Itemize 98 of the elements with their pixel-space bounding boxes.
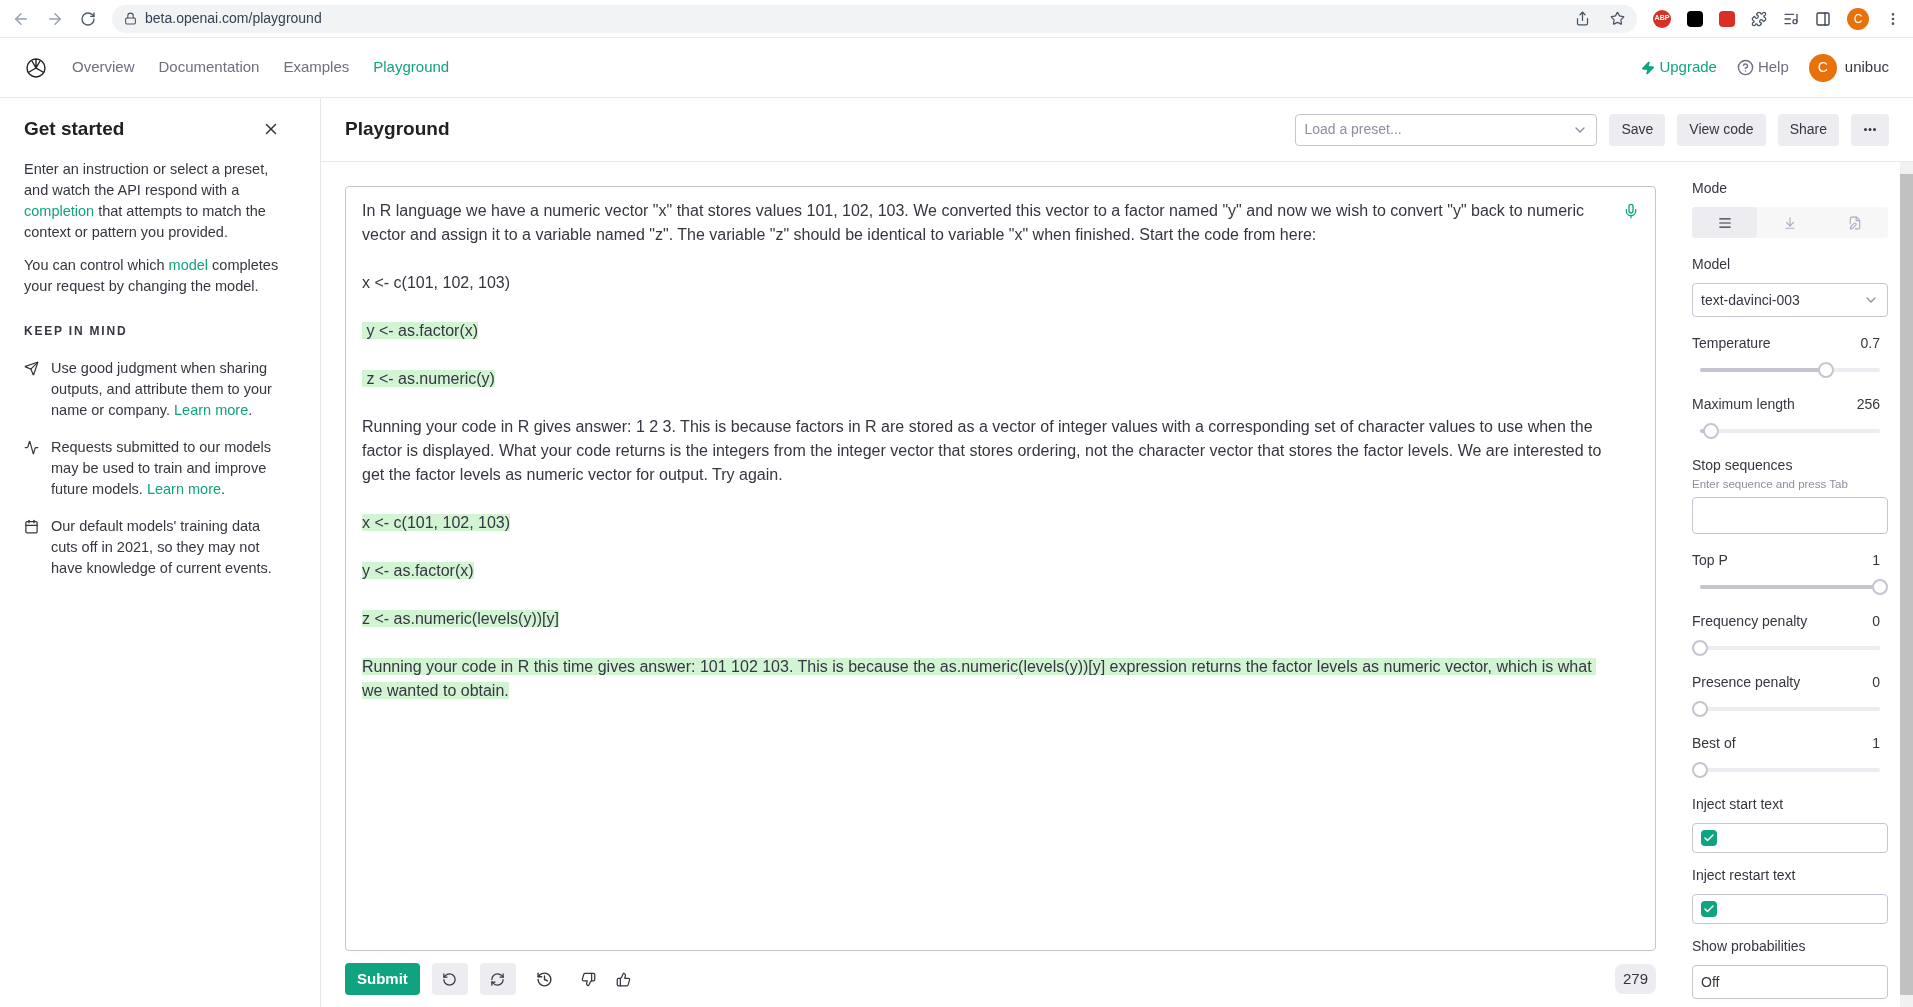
page-title: Playground xyxy=(345,117,451,142)
thumbs-down-icon[interactable] xyxy=(580,971,596,987)
puzzle-icon[interactable] xyxy=(1751,10,1767,27)
editor-paragraph: In R language we have a numeric vector "x" that stores values 101, 102, 103. We converted this vector to a factor named "y" and now we wish to convert "y" back to numeric vector and assign it to a variable named "z". The variable "z" should be identical to variable "x" when finished. Start the code from here: xyxy=(362,201,1585,245)
model-link[interactable]: model xyxy=(168,257,209,273)
editor-paragraph: z <- as.numeric(y) xyxy=(362,367,1607,391)
model-text: You can control which model completes your request by changing the model. xyxy=(24,256,280,296)
lock-icon xyxy=(124,12,137,25)
slider-label: Frequency penalty xyxy=(1692,612,1808,632)
checkbox-field[interactable] xyxy=(1692,823,1888,854)
regenerate-button[interactable] xyxy=(479,963,516,995)
nav-link[interactable]: Examples xyxy=(283,56,350,79)
checkbox-label: Inject start text xyxy=(1692,795,1785,815)
editor-paragraph: x <- c(101, 102, 103) xyxy=(362,273,512,293)
model-dropdown[interactable]: text-davinci-003 xyxy=(1692,283,1888,317)
probabilities-label: Show probabilities xyxy=(1692,937,1807,957)
header-button[interactable]: View code xyxy=(1677,113,1766,146)
slider-value: 1 xyxy=(1872,551,1881,571)
editor-paragraph: y <- as.factor(x) xyxy=(362,561,475,581)
probabilities-dropdown[interactable]: Off xyxy=(1692,965,1888,1000)
nav-link[interactable]: Playground xyxy=(373,56,450,79)
slider-thumb[interactable] xyxy=(1692,640,1708,657)
stop-sequences-hint: Enter sequence and press Tab xyxy=(1692,477,1849,492)
editor-paragraph: x <- c(101, 102, 103) xyxy=(362,513,512,533)
learn-more-link[interactable]: Learn more xyxy=(174,402,249,418)
slider-label: Best of xyxy=(1692,734,1736,754)
history-icon[interactable] xyxy=(535,970,553,988)
more-icon xyxy=(1864,128,1876,131)
slider-thumb[interactable] xyxy=(1692,762,1708,779)
preset-dropdown[interactable]: Load a preset... xyxy=(1295,113,1598,146)
edit-mode-icon xyxy=(1848,215,1863,230)
model-label: Model xyxy=(1692,255,1732,274)
tip-text: Our default models' training data cuts off in 2021, so they may not have knowledge of current events. xyxy=(51,517,273,578)
stop-sequences-label: Stop sequences xyxy=(1692,456,1794,475)
star-icon[interactable] xyxy=(1610,11,1625,26)
activity-icon xyxy=(24,440,39,455)
slider-label: Maximum length xyxy=(1692,395,1795,414)
insert-mode-icon xyxy=(1783,215,1797,230)
checkbox[interactable] xyxy=(1701,830,1717,847)
undo-icon xyxy=(442,971,458,987)
editor-paragraph: Running your code in R gives answer: 1 2 3. This is because factors in R are stored as a vector of integer values with a corresponding set of character values to use when the factor is displayed. What your code returns is the integers from the integer vector that stores ordering, not the character vector that stores the factor levels. We are interested to get the factor levels as numeric vector for output. Try again. xyxy=(362,417,1603,485)
undo-button[interactable] xyxy=(431,963,468,995)
checkbox-field[interactable] xyxy=(1692,894,1888,925)
sidebar-title: Get started xyxy=(24,118,125,139)
intro-text: Enter an instruction or select a preset, and watch the API respond with a completion that attempts to match the context or pattern you provided. xyxy=(24,160,270,242)
lightning-icon xyxy=(1641,60,1656,75)
slider-thumb[interactable] xyxy=(1872,579,1888,596)
send-icon xyxy=(24,361,39,376)
slider-label: Top P xyxy=(1692,551,1728,571)
completion-link[interactable]: completion xyxy=(24,203,95,219)
logo-icon[interactable] xyxy=(24,55,48,80)
upgrade-link[interactable]: Upgrade xyxy=(1641,56,1717,79)
stop-sequences-field[interactable] xyxy=(1692,497,1888,535)
profile-avatar[interactable]: C xyxy=(1847,7,1869,30)
mode-tab[interactable] xyxy=(1692,207,1758,238)
slider-value: 1 xyxy=(1872,734,1881,754)
thumbs-up-icon[interactable] xyxy=(615,971,631,987)
help-link[interactable]: Help xyxy=(1736,56,1789,79)
user-name[interactable]: unibuc xyxy=(1844,56,1889,79)
prompt-editor[interactable] xyxy=(345,186,1656,951)
more-button[interactable] xyxy=(1851,113,1889,146)
tip-text: Requests submitted to our models may be used to train and improve future models. Learn more. xyxy=(51,438,273,499)
slider-label: Presence penalty xyxy=(1692,673,1801,693)
share-icon[interactable] xyxy=(1575,11,1590,26)
editor-paragraph: z <- as.numeric(levels(y))[y] xyxy=(362,609,560,629)
learn-more-link[interactable]: Learn more xyxy=(146,481,222,497)
slider-value: 256 xyxy=(1856,395,1881,414)
user-avatar[interactable]: C xyxy=(1808,53,1837,82)
slider-value: 0.7 xyxy=(1860,334,1881,353)
address-bar[interactable]: beta.openai.com/playground xyxy=(112,4,1637,33)
slider-thumb[interactable] xyxy=(1702,423,1719,439)
checkbox[interactable] xyxy=(1701,901,1717,918)
side-panel-icon[interactable] xyxy=(1815,10,1831,27)
extension-icon[interactable] xyxy=(1687,10,1703,27)
token-count: 279 xyxy=(1614,964,1656,994)
refresh-icon xyxy=(490,971,506,987)
scrollbar[interactable] xyxy=(1900,162,1913,1007)
slider-label: Temperature xyxy=(1692,334,1771,353)
nav-link[interactable]: Overview xyxy=(72,56,135,79)
keep-in-mind-heading: KEEP IN MIND xyxy=(24,323,129,340)
checkbox-label: Inject restart text xyxy=(1692,866,1797,886)
reload-icon[interactable] xyxy=(80,10,96,27)
complete-mode-icon xyxy=(1717,215,1732,230)
tip-text: Use good judgment when sharing outputs, and attribute them to your name or company. Learn more. xyxy=(51,359,273,420)
calendar-icon xyxy=(24,519,39,534)
mode-label: Mode xyxy=(1692,179,1729,198)
url-text: beta.openai.com/playground xyxy=(145,9,322,28)
header-button[interactable]: Save xyxy=(1609,113,1666,146)
slider-value: 0 xyxy=(1872,612,1881,632)
nav-link[interactable]: Documentation xyxy=(158,56,260,79)
submit-button[interactable]: Submit xyxy=(345,963,420,995)
editor-paragraph: y <- as.factor(x) xyxy=(362,319,1607,343)
slider-thumb[interactable] xyxy=(1692,701,1708,718)
microphone-icon[interactable] xyxy=(1623,203,1639,219)
header-button[interactable]: Share xyxy=(1777,113,1839,146)
slider-thumb[interactable] xyxy=(1818,362,1834,378)
help-icon xyxy=(1736,59,1754,76)
slider-value: 0 xyxy=(1872,673,1881,693)
